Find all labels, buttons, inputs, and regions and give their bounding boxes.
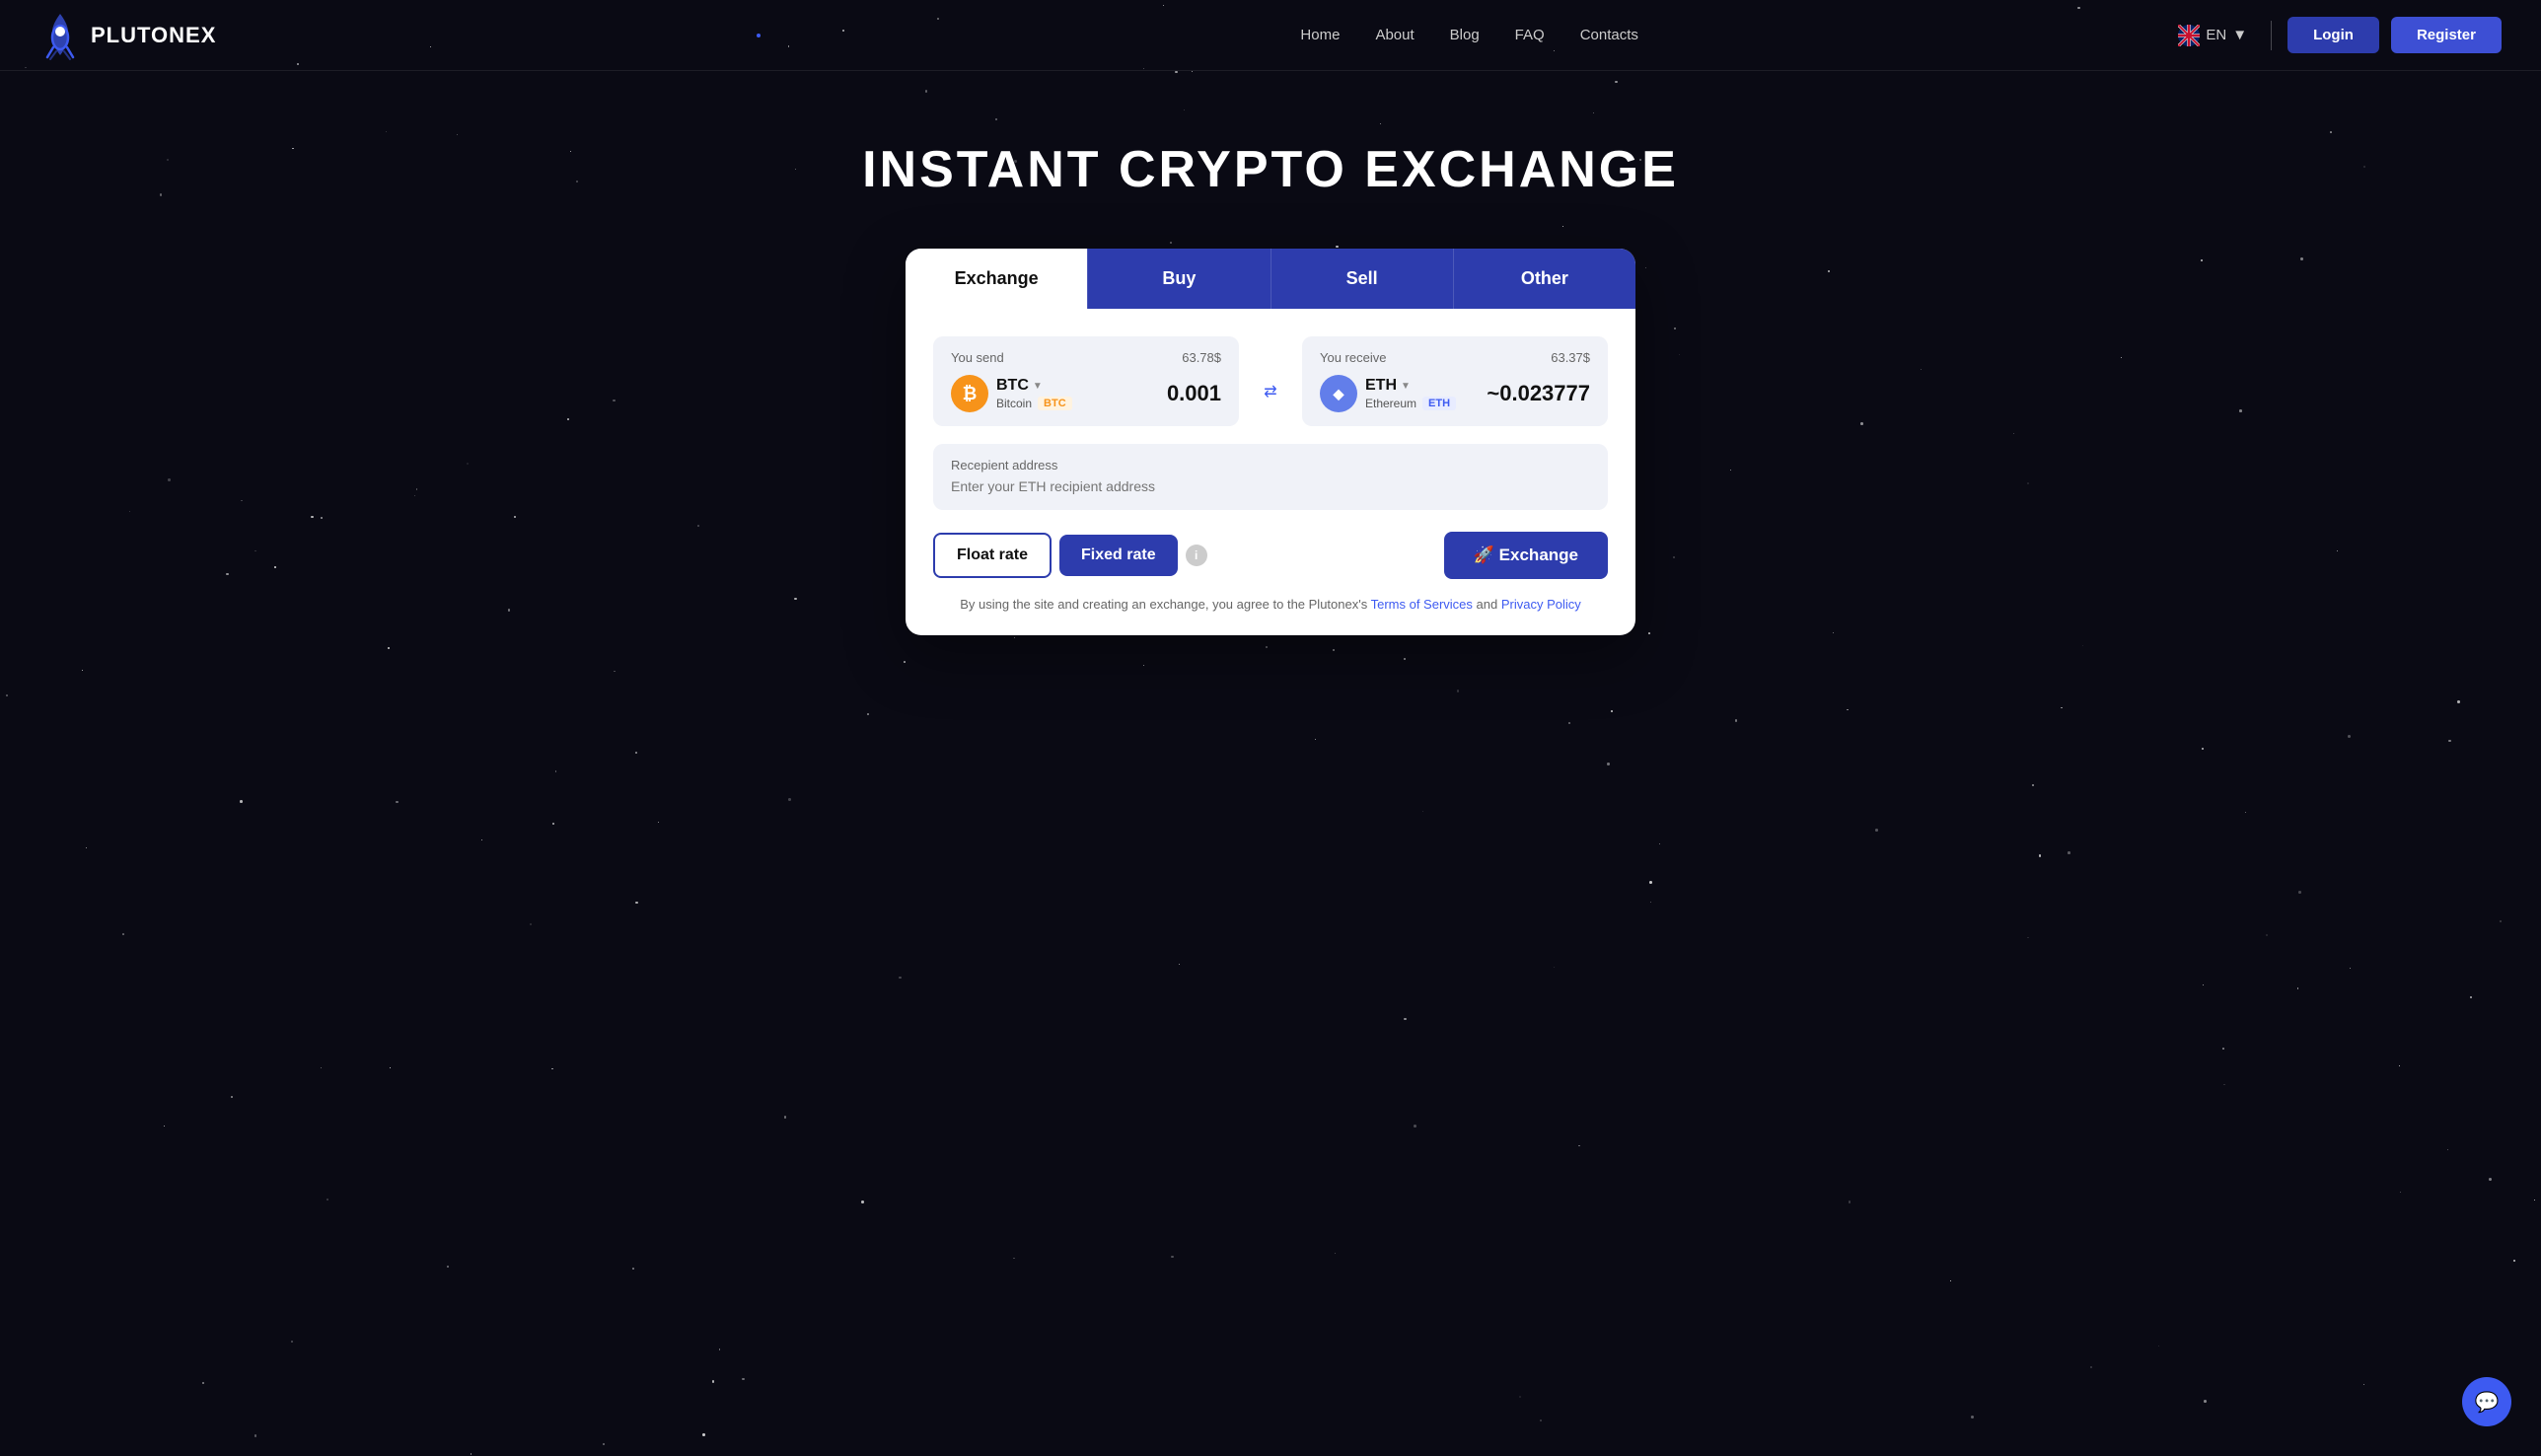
tabs-container: Exchange Buy Sell Other [906,249,1635,309]
tab-exchange[interactable]: Exchange [906,249,1087,309]
exchange-row: You send 63.78$ ₿ BTC ▼ [933,336,1608,426]
send-coin-name-row: Bitcoin BTC [996,397,1072,410]
language-selector[interactable]: EN ▼ [2178,25,2247,46]
receive-coin-info: ETH ▼ Ethereum ETH [1365,377,1456,410]
send-coin-row: ₿ BTC ▼ Bitcoin BTC [951,375,1221,412]
recipient-section: Recepient address [933,444,1608,510]
eth-icon: ◆ [1320,375,1357,412]
receive-coin-tag: ETH [1422,397,1456,410]
rate-info-icon[interactable]: i [1186,545,1207,566]
terms-link[interactable]: Terms of Services [1371,597,1473,612]
recipient-label: Recepient address [951,458,1590,473]
swap-arrow[interactable]: ⇄ [1255,356,1286,426]
send-label: You send [951,350,1004,365]
nav-blog[interactable]: Blog [1450,27,1480,43]
rate-buttons: Float rate Fixed rate i [933,533,1207,578]
receive-coin-symbol: ETH ▼ [1365,377,1456,395]
logo-link[interactable]: PLUTONEX [39,10,216,61]
nav-links: Home About Blog FAQ Contacts [1300,27,1637,44]
hero-section: INSTANT CRYPTO EXCHANGE Exchange Buy Sel… [0,71,2541,694]
receive-coin-selector[interactable]: ◆ ETH ▼ Ethereum ETH [1320,375,1456,412]
nav-faq[interactable]: FAQ [1515,27,1545,43]
nav-divider [2271,21,2272,50]
send-coin-chevron: ▼ [1033,381,1043,392]
send-coin-selector[interactable]: ₿ BTC ▼ Bitcoin BTC [951,375,1072,412]
nav-right: EN ▼ Login Register [2178,17,2502,53]
receive-coin-chevron: ▼ [1401,381,1411,392]
terms-text: By using the site and creating an exchan… [960,597,1370,612]
nav-about[interactable]: About [1375,27,1414,43]
terms-row: By using the site and creating an exchan… [933,597,1608,612]
register-button[interactable]: Register [2391,17,2502,53]
receive-coin-row: ◆ ETH ▼ Ethereum ETH [1320,375,1590,412]
exchange-button[interactable]: 🚀 Exchange [1444,532,1608,579]
card-body: You send 63.78$ ₿ BTC ▼ [906,309,1635,635]
language-label: EN [2206,27,2226,43]
login-button[interactable]: Login [2287,17,2379,53]
nav-dot-container [757,34,761,37]
send-coin-tag: BTC [1038,397,1072,410]
recipient-input[interactable] [951,478,1590,494]
privacy-link[interactable]: Privacy Policy [1501,597,1581,612]
send-usd: 63.78$ [1182,350,1221,365]
fixed-rate-button[interactable]: Fixed rate [1059,535,1178,576]
receive-coin-name-row: Ethereum ETH [1365,397,1456,410]
receive-header: You receive 63.37$ [1320,350,1590,365]
receive-coin-name: Ethereum [1365,397,1416,410]
logo-icon [39,10,81,61]
receive-box: You receive 63.37$ ◆ ETH ▼ [1302,336,1608,426]
chat-bubble[interactable]: 💬 [2462,1377,2511,1426]
tab-buy[interactable]: Buy [1087,249,1270,309]
language-chevron: ▼ [2232,27,2247,43]
send-box: You send 63.78$ ₿ BTC ▼ [933,336,1239,426]
receive-usd: 63.37$ [1551,350,1590,365]
nav-home[interactable]: Home [1300,27,1340,43]
chat-icon: 💬 [2475,1390,2500,1415]
tab-other[interactable]: Other [1453,249,1635,309]
swap-icon: ⇄ [1264,382,1276,401]
send-coin-info: BTC ▼ Bitcoin BTC [996,377,1072,410]
send-amount[interactable]: 0.001 [1167,381,1221,406]
receive-amount: ~0.023777 [1487,381,1590,406]
float-rate-button[interactable]: Float rate [933,533,1052,578]
exchange-card: Exchange Buy Sell Other You send 63.78$ [906,249,1635,635]
rate-row: Float rate Fixed rate i 🚀 Exchange [933,532,1608,579]
btc-icon: ₿ [951,375,988,412]
send-header: You send 63.78$ [951,350,1221,365]
send-coin-name: Bitcoin [996,397,1032,410]
hero-title: INSTANT CRYPTO EXCHANGE [862,140,1679,199]
nav-contacts[interactable]: Contacts [1580,27,1638,43]
receive-label: You receive [1320,350,1386,365]
nav-dot [757,34,761,37]
navbar: PLUTONEX Home About Blog FAQ Contacts EN [0,0,2541,71]
send-coin-symbol: BTC ▼ [996,377,1072,395]
terms-and: and [1477,597,1501,612]
flag-uk-icon [2178,25,2200,46]
brand-name: PLUTONEX [91,23,216,48]
tab-sell[interactable]: Sell [1270,249,1453,309]
